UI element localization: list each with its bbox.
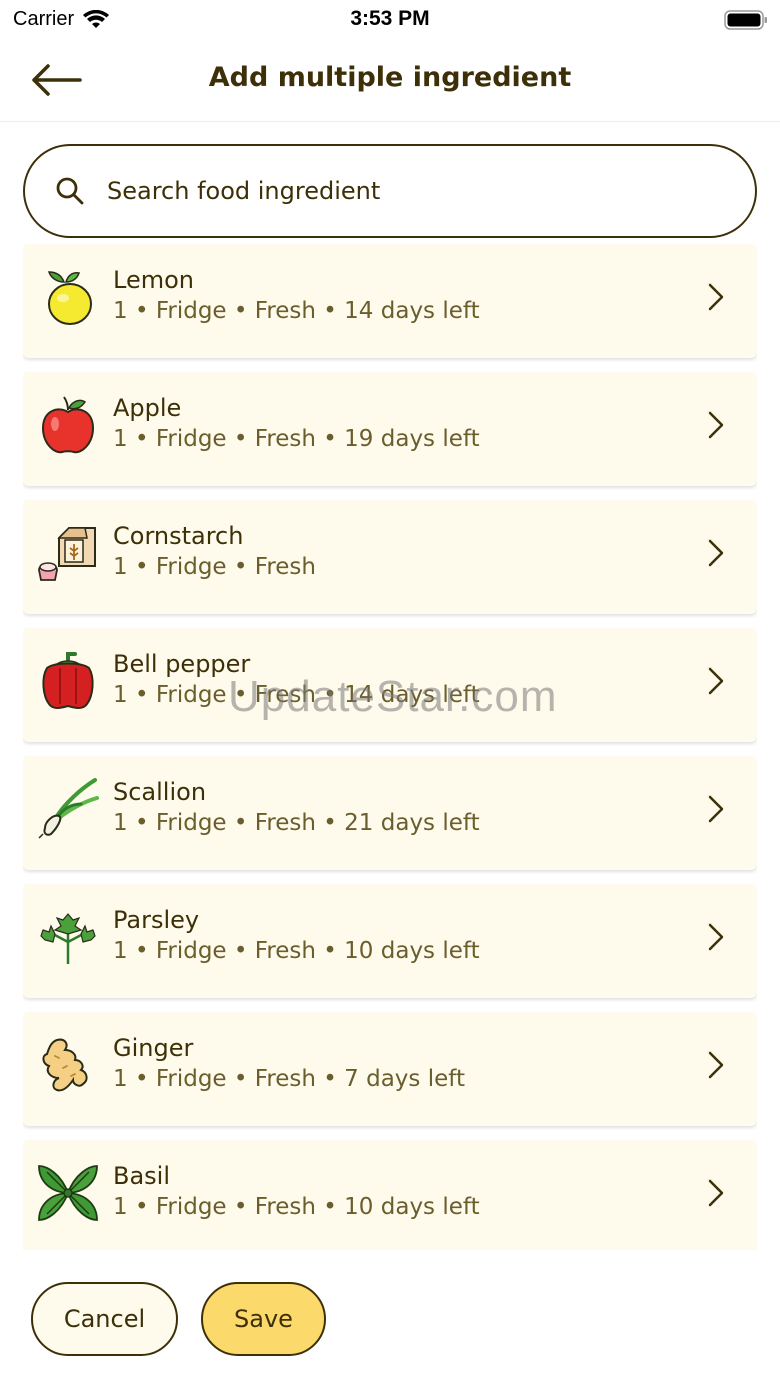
search-bar[interactable] — [23, 144, 757, 238]
clock: 3:53 PM — [350, 7, 430, 30]
list-item-cornstarch[interactable]: Cornstarch 1 • Fridge • Fresh — [23, 500, 757, 614]
item-name: Apple — [113, 394, 182, 422]
page-title: Add multiple ingredient — [208, 62, 572, 93]
item-meta: 1 • Fridge • Fresh • 19 days left — [113, 426, 480, 452]
item-meta: 1 • Fridge • Fresh • 7 days left — [113, 1066, 465, 1092]
chevron-right-icon — [708, 411, 724, 439]
item-meta: 1 • Fridge • Fresh — [113, 554, 316, 580]
list-item-lemon[interactable]: Lemon 1 • Fridge • Fresh • 14 days left — [23, 244, 757, 358]
save-button[interactable]: Save — [201, 1282, 326, 1356]
scallion-icon — [38, 778, 99, 839]
item-name: Parsley — [113, 906, 200, 934]
item-name: Lemon — [113, 266, 194, 294]
item-meta: 1 • Fridge • Fresh • 14 days left — [113, 682, 480, 708]
item-name: Cornstarch — [113, 522, 244, 550]
list-item-scallion[interactable]: Scallion 1 • Fridge • Fresh • 21 days le… — [23, 756, 757, 870]
search-input[interactable] — [107, 177, 667, 205]
ingredient-list: Lemon 1 • Fridge • Fresh • 14 days left … — [23, 244, 757, 1250]
battery-icon — [724, 10, 767, 30]
cornstarch-icon — [38, 527, 96, 581]
item-name: Ginger — [113, 1034, 194, 1062]
search-icon — [56, 177, 84, 205]
list-item-apple[interactable]: Apple 1 • Fridge • Fresh • 19 days left — [23, 372, 757, 486]
item-meta: 1 • Fridge • Fresh • 14 days left — [113, 298, 480, 324]
parsley-icon — [40, 913, 96, 964]
lemon-icon — [47, 271, 92, 325]
list-item-parsley[interactable]: Parsley 1 • Fridge • Fresh • 10 days lef… — [23, 884, 757, 998]
status-bar: Carrier 3:53 PM — [0, 0, 780, 40]
list-item-bell-pepper[interactable]: Bell pepper 1 • Fridge • Fresh • 14 days… — [23, 628, 757, 742]
nav-bar: Add multiple ingredient — [0, 40, 780, 122]
bell-pepper-icon — [42, 652, 94, 709]
item-meta: 1 • Fridge • Fresh • 21 days left — [113, 810, 480, 836]
chevron-right-icon — [708, 795, 724, 823]
list-item-basil[interactable]: Basil 1 • Fridge • Fresh • 10 days left — [23, 1140, 757, 1250]
cancel-button[interactable]: Cancel — [31, 1282, 178, 1356]
footer: Cancel Save — [0, 1250, 780, 1387]
item-name: Basil — [113, 1162, 171, 1190]
chevron-right-icon — [708, 1051, 724, 1079]
item-name: Scallion — [113, 778, 207, 806]
chevron-right-icon — [708, 923, 724, 951]
chevron-right-icon — [708, 283, 724, 311]
ginger-icon — [42, 1038, 88, 1092]
chevron-right-icon — [708, 539, 724, 567]
item-meta: 1 • Fridge • Fresh • 10 days left — [113, 1194, 480, 1220]
list-item-ginger[interactable]: Ginger 1 • Fridge • Fresh • 7 days left — [23, 1012, 757, 1126]
apple-icon — [41, 396, 95, 454]
basil-icon — [38, 1165, 98, 1221]
item-name: Bell pepper — [113, 650, 251, 678]
chevron-right-icon — [708, 1179, 724, 1207]
chevron-right-icon — [708, 667, 724, 695]
item-meta: 1 • Fridge • Fresh • 10 days left — [113, 938, 480, 964]
